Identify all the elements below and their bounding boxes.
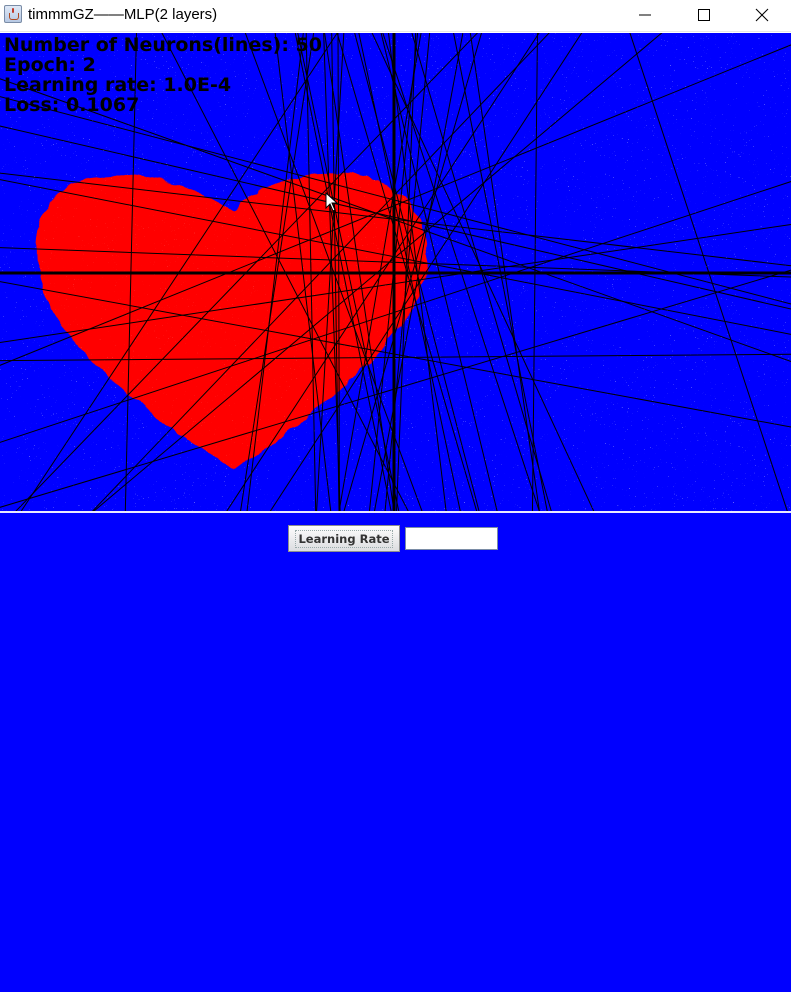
learning-rate-label: Learning rate: 1.0E-4: [4, 74, 232, 96]
loss-label: Loss: 0.1067: [4, 94, 140, 116]
control-panel: Learning Rate: [0, 511, 791, 992]
learning-rate-input[interactable]: [405, 527, 498, 550]
minimize-button[interactable]: [616, 0, 674, 31]
close-icon: [755, 8, 769, 22]
learning-rate-button-label: Learning Rate: [295, 529, 393, 548]
maximize-icon: [698, 9, 710, 21]
java-app-icon[interactable]: [4, 5, 22, 23]
mlp-visualization-canvas[interactable]: Number of Neurons(lines): 50 Epoch: 2 Le…: [0, 33, 791, 511]
epoch-label: Epoch: 2: [4, 54, 96, 76]
minimize-icon: [639, 14, 651, 16]
mouse-cursor-icon: [325, 192, 339, 212]
maximize-button[interactable]: [675, 0, 733, 31]
close-button[interactable]: [733, 0, 791, 31]
window-title: timmmGZ——MLP(2 layers): [28, 6, 218, 23]
learning-rate-button[interactable]: Learning Rate: [288, 525, 400, 552]
title-bar[interactable]: timmmGZ——MLP(2 layers): [0, 0, 791, 32]
neuron-count-label: Number of Neurons(lines): 50: [4, 34, 322, 56]
